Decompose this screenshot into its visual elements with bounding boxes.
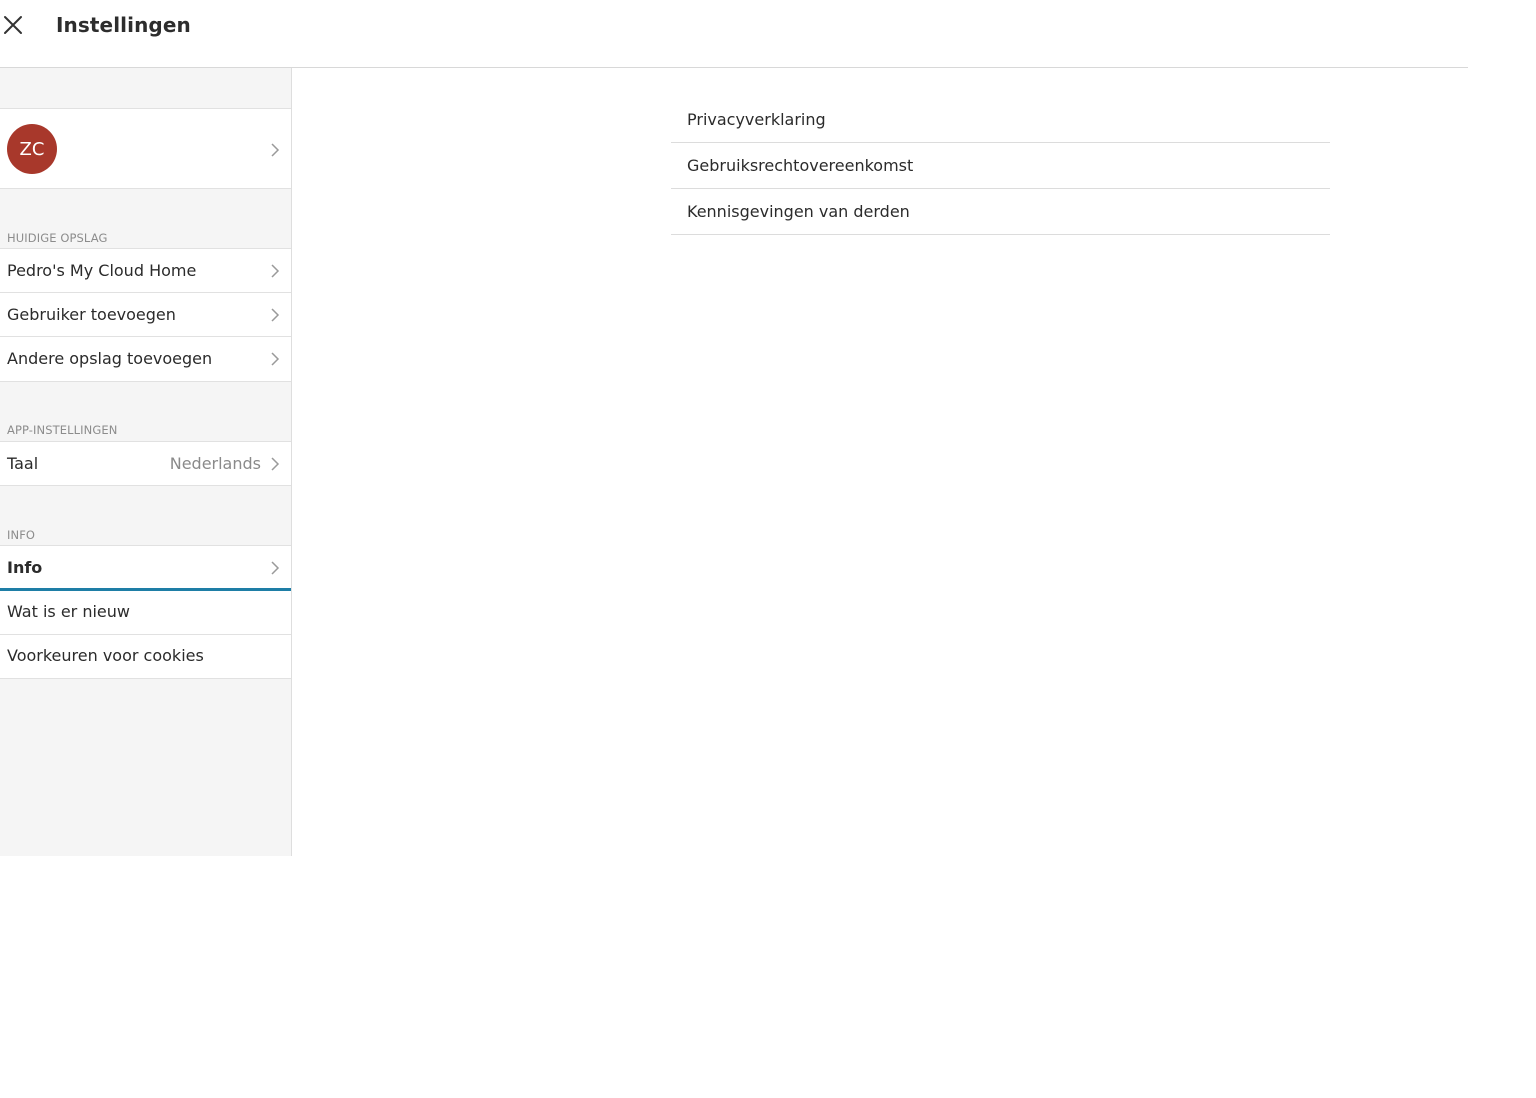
storage-item-add-user[interactable]: Gebruiker toevoegen bbox=[0, 293, 291, 337]
close-icon bbox=[4, 16, 22, 34]
chevron-right-icon bbox=[271, 352, 280, 366]
section-header-storage: HUIDIGE OPSLAG bbox=[7, 231, 108, 245]
language-value: Nederlands bbox=[169, 454, 261, 473]
account-row[interactable]: ZC bbox=[0, 108, 291, 189]
cookie-preferences-label: Voorkeuren voor cookies bbox=[7, 646, 204, 665]
whats-new-row[interactable]: Wat is er nieuw bbox=[0, 591, 291, 635]
avatar: ZC bbox=[7, 124, 57, 174]
list-item-label: Privacyverklaring bbox=[687, 110, 826, 129]
list-item-label: Kennisgevingen van derden bbox=[687, 202, 910, 221]
user-agreement-link[interactable]: Gebruiksrechtovereenkomst bbox=[671, 143, 1330, 189]
chevron-right-icon bbox=[271, 457, 280, 471]
info-row[interactable]: Info bbox=[0, 545, 291, 591]
privacy-statement-link[interactable]: Privacyverklaring bbox=[671, 97, 1330, 143]
storage-item-label: Andere opslag toevoegen bbox=[7, 349, 213, 368]
close-button[interactable] bbox=[1, 13, 25, 37]
chevron-right-icon bbox=[271, 264, 280, 278]
info-links-list: Privacyverklaring Gebruiksrechtovereenko… bbox=[671, 97, 1330, 235]
storage-item-device[interactable]: Pedro's My Cloud Home bbox=[0, 248, 291, 293]
third-party-notices-link[interactable]: Kennisgevingen van derden bbox=[671, 189, 1330, 235]
storage-item-add-storage[interactable]: Andere opslag toevoegen bbox=[0, 337, 291, 382]
chevron-right-icon bbox=[271, 308, 280, 322]
section-header-app: APP-INSTELLINGEN bbox=[7, 423, 118, 437]
header-bar: Instellingen bbox=[0, 0, 1468, 68]
language-label: Taal bbox=[7, 454, 39, 473]
chevron-right-icon bbox=[271, 561, 280, 575]
storage-item-label: Pedro's My Cloud Home bbox=[7, 261, 197, 280]
whats-new-label: Wat is er nieuw bbox=[7, 602, 130, 621]
list-item-label: Gebruiksrechtovereenkomst bbox=[687, 156, 914, 175]
info-label: Info bbox=[7, 558, 43, 577]
language-row[interactable]: Taal Nederlands bbox=[0, 441, 291, 486]
settings-sidebar: ZC HUIDIGE OPSLAG Pedro's My Cloud Home … bbox=[0, 68, 292, 856]
section-header-info: INFO bbox=[7, 528, 36, 542]
cookie-preferences-row[interactable]: Voorkeuren voor cookies bbox=[0, 635, 291, 679]
page-title: Instellingen bbox=[56, 13, 191, 37]
chevron-right-icon bbox=[271, 143, 280, 157]
storage-item-label: Gebruiker toevoegen bbox=[7, 305, 176, 324]
